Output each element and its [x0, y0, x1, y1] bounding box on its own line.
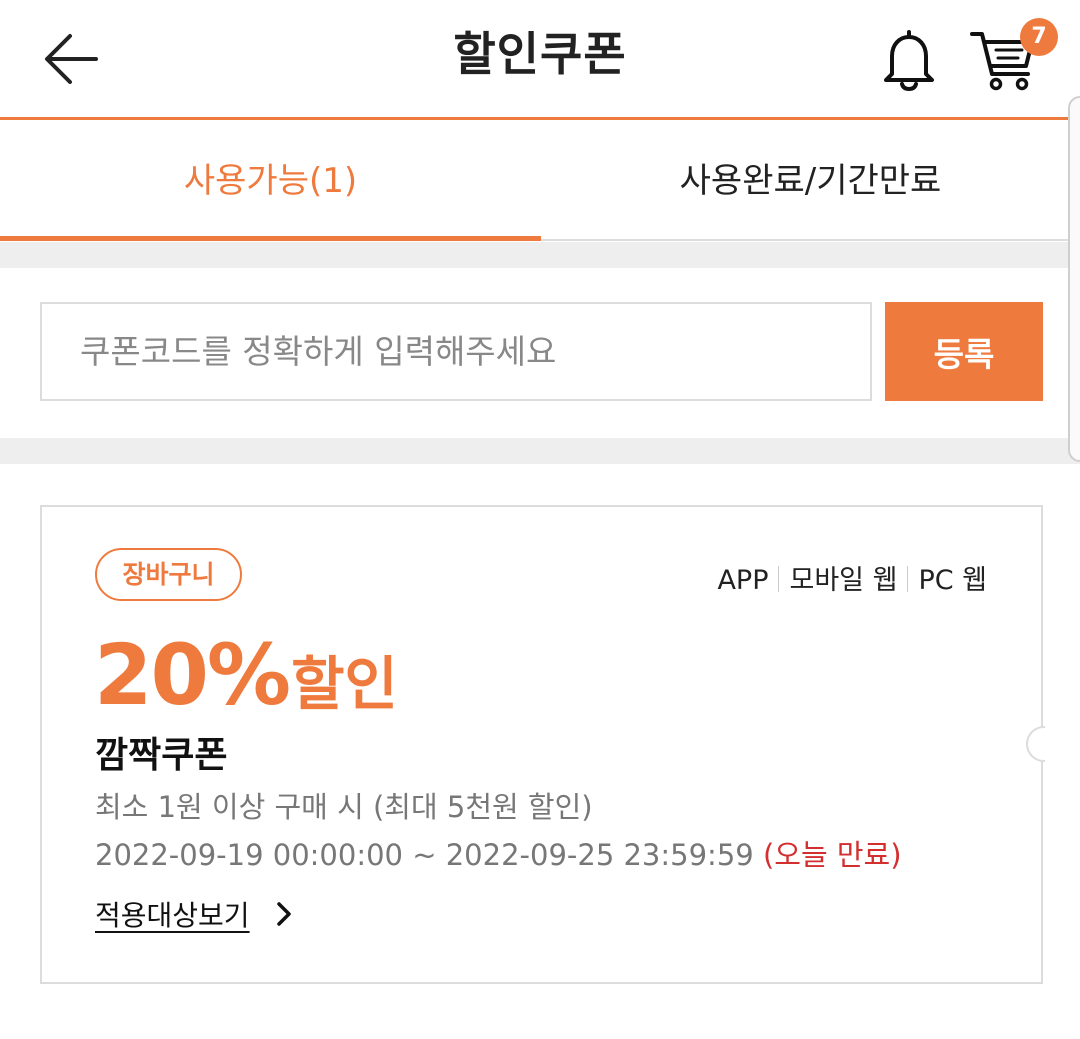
- coupon-code-input[interactable]: [40, 302, 872, 401]
- coupon-page: 할인쿠폰 7 사용가능(1) 사용완료/기간만료 등록: [0, 0, 1080, 1039]
- view-applicable-items-link[interactable]: 적용대상보기: [95, 894, 250, 934]
- scroll-handle[interactable]: [1068, 96, 1080, 462]
- tab-available[interactable]: 사용가능(1): [0, 123, 541, 241]
- section-divider: [0, 438, 1080, 464]
- expiry-note: (오늘 만료): [762, 838, 902, 872]
- coupon-tabs: 사용가능(1) 사용완료/기간만료: [0, 123, 1080, 241]
- top-header: 할인쿠폰: [0, 0, 1080, 120]
- platform-mobile-web: 모바일 웹: [789, 565, 898, 596]
- chevron-right-icon[interactable]: [272, 900, 296, 928]
- platform-app: APP: [717, 565, 769, 596]
- divider: [907, 566, 909, 592]
- cart-count-badge: 7: [1020, 18, 1058, 56]
- coupon-name: 깜짝쿠폰: [95, 735, 228, 776]
- discount-amount: 20%할인: [94, 626, 398, 724]
- section-divider: [0, 242, 1080, 268]
- coupon-period: 2022-09-19 00:00:00 ~ 2022-09-25 23:59:5…: [95, 832, 902, 874]
- bell-icon: [884, 30, 934, 92]
- discount-value: 20%: [94, 626, 291, 724]
- platform-pc-web: PC 웹: [918, 565, 987, 596]
- validity-period: 2022-09-19 00:00:00 ~ 2022-09-25 23:59:5…: [95, 838, 754, 872]
- discount-suffix: 할인: [291, 650, 398, 718]
- register-button[interactable]: 등록: [885, 302, 1043, 401]
- coupon-condition: 최소 1원 이상 구매 시 (최대 5천원 할인): [95, 790, 593, 824]
- coupon-type-tag: 장바구니: [95, 548, 242, 601]
- divider: [778, 566, 780, 592]
- platform-list: APP 모바일 웹 PC 웹: [717, 558, 987, 597]
- notification-button[interactable]: [876, 26, 942, 92]
- tab-used-expired[interactable]: 사용완료/기간만료: [541, 123, 1080, 241]
